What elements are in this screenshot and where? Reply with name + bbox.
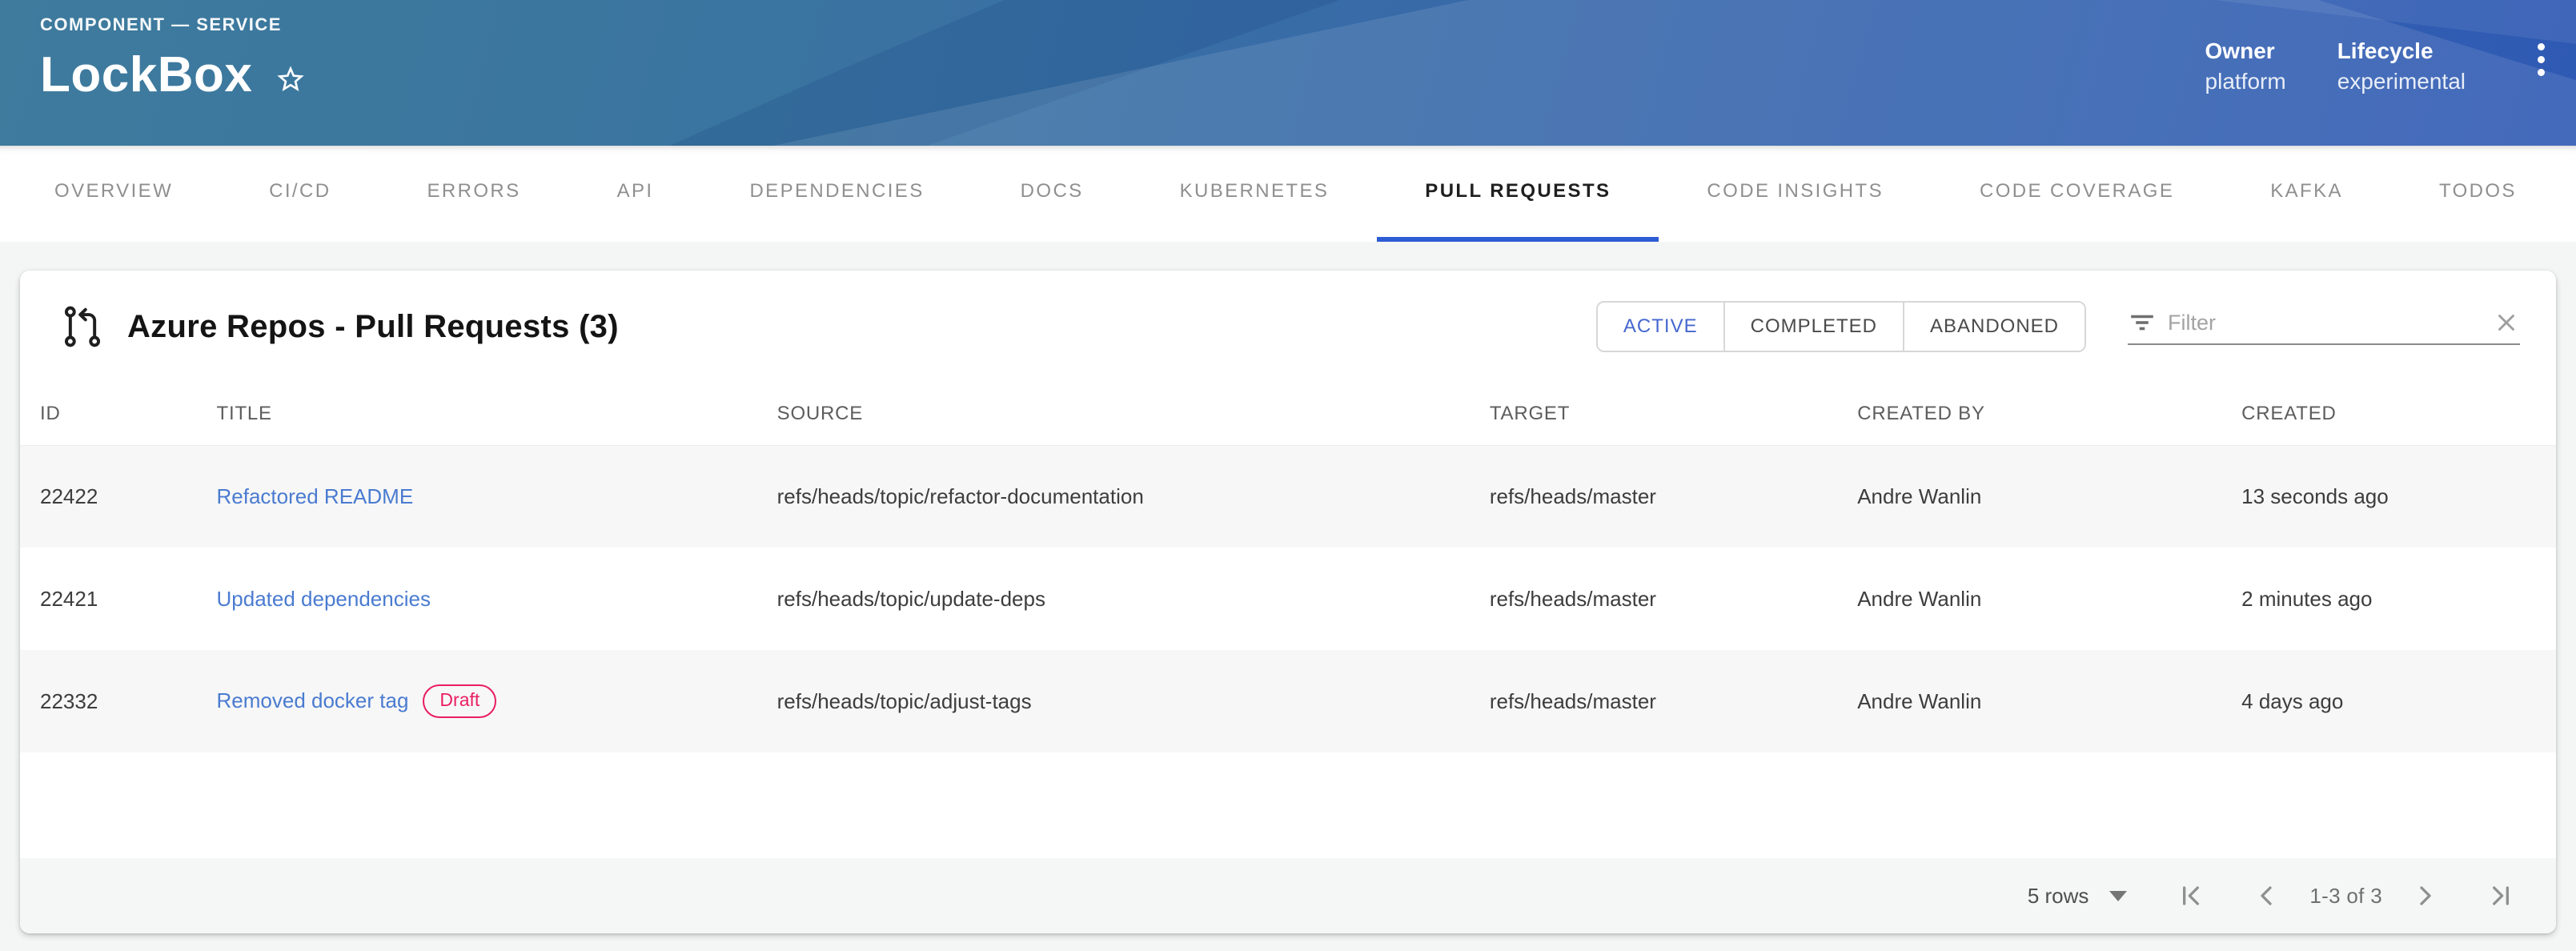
lifecycle-meta: Lifecycle experimental <box>2337 38 2466 94</box>
column-header-source: SOURCE <box>777 383 1490 445</box>
page-content: Azure Repos - Pull Requests (3) ACTIVE C… <box>0 242 2576 933</box>
tab-ci-cd[interactable]: CI/CD <box>221 146 379 242</box>
table-empty-space <box>20 752 2556 858</box>
pull-requests-card: Azure Repos - Pull Requests (3) ACTIVE C… <box>20 271 2556 933</box>
table-row: 22332 Removed docker tag Draft refs/heads… <box>20 650 2556 752</box>
pr-target-branch: refs/heads/master <box>1490 548 1857 650</box>
page-title: LockBox <box>40 46 252 103</box>
pr-id: 22421 <box>20 548 217 650</box>
pull-request-icon <box>60 303 105 351</box>
header-decor-shape-light <box>0 0 2576 146</box>
lifecycle-label: Lifecycle <box>2337 38 2466 64</box>
lifecycle-value: experimental <box>2337 69 2466 94</box>
pr-source-branch: refs/heads/topic/refactor-documentation <box>777 445 1490 548</box>
pr-created-time: 2 minutes ago <box>2241 548 2556 650</box>
favorite-star-icon[interactable] <box>275 63 307 95</box>
entity-header: COMPONENT — SERVICE LockBox Owner platfo… <box>0 0 2576 146</box>
previous-page-button[interactable] <box>2247 877 2285 915</box>
toggle-active-button[interactable]: ACTIVE <box>1598 303 1723 351</box>
tab-overview[interactable]: OVERVIEW <box>6 146 221 242</box>
pr-created-by: Andre Wanlin <box>1857 445 2241 548</box>
rows-per-page-select[interactable]: 5 rows <box>2028 884 2128 909</box>
filter-field <box>2128 308 2520 345</box>
toggle-completed-button[interactable]: COMPLETED <box>1723 303 1903 351</box>
pr-created-time: 4 days ago <box>2241 650 2556 752</box>
pr-id: 22332 <box>20 650 217 752</box>
breadcrumb: COMPONENT — SERVICE <box>40 14 307 35</box>
card-title: Azure Repos - Pull Requests (3) <box>127 309 619 345</box>
tab-errors[interactable]: ERRORS <box>379 146 568 242</box>
column-header-id: ID <box>20 383 217 445</box>
filter-list-icon <box>2128 308 2157 337</box>
pr-id: 22422 <box>20 445 217 548</box>
last-page-button[interactable] <box>2482 877 2520 915</box>
tab-code-insights[interactable]: CODE INSIGHTS <box>1659 146 1932 242</box>
column-header-created-by: CREATED BY <box>1857 383 2241 445</box>
tab-kubernetes[interactable]: KUBERNETES <box>1132 146 1378 242</box>
draft-badge: Draft <box>423 684 496 718</box>
rows-per-page-value: 5 rows <box>2028 884 2089 909</box>
pull-requests-table: ID TITLE SOURCE TARGET CREATED BY CREATE… <box>20 383 2556 752</box>
clear-filter-icon[interactable] <box>2493 309 2520 336</box>
tab-todos[interactable]: TODOS <box>2391 146 2565 242</box>
owner-label: Owner <box>2205 38 2286 64</box>
pr-status-toggle-group: ACTIVE COMPLETED ABANDONED <box>1596 301 2086 352</box>
pr-title-link[interactable]: Updated dependencies <box>217 587 431 611</box>
next-page-button[interactable] <box>2406 877 2445 915</box>
table-row: 22422 Refactored README refs/heads/topic… <box>20 445 2556 548</box>
more-options-kebab-icon[interactable] <box>2517 38 2565 94</box>
pr-created-by: Andre Wanlin <box>1857 650 2241 752</box>
pagination-range: 1-3 of 3 <box>2309 884 2382 909</box>
owner-meta: Owner platform <box>2205 38 2286 94</box>
tab-dependencies[interactable]: DEPENDENCIES <box>701 146 972 242</box>
column-header-target: TARGET <box>1490 383 1857 445</box>
tab-kafka[interactable]: KAFKA <box>2222 146 2391 242</box>
pr-source-branch: refs/heads/topic/update-deps <box>777 548 1490 650</box>
first-page-button[interactable] <box>2172 877 2210 915</box>
filter-input[interactable] <box>2168 311 2482 335</box>
table-row: 22421 Updated dependencies refs/heads/to… <box>20 548 2556 650</box>
tab-pull-requests[interactable]: PULL REQUESTS <box>1377 146 1659 242</box>
table-pagination-footer: 5 rows 1-3 of 3 <box>20 858 2556 933</box>
pr-title-link[interactable]: Refactored README <box>217 484 414 508</box>
entity-tab-bar: OVERVIEW CI/CD ERRORS API DEPENDENCIES D… <box>0 146 2576 242</box>
pr-created-time: 13 seconds ago <box>2241 445 2556 548</box>
pr-created-by: Andre Wanlin <box>1857 548 2241 650</box>
pr-target-branch: refs/heads/master <box>1490 650 1857 752</box>
tab-docs[interactable]: DOCS <box>973 146 1132 242</box>
dropdown-caret-icon <box>2109 891 2127 901</box>
owner-value: platform <box>2205 69 2286 94</box>
pr-target-branch: refs/heads/master <box>1490 445 1857 548</box>
tab-code-coverage[interactable]: CODE COVERAGE <box>1932 146 2222 242</box>
column-header-title: TITLE <box>217 383 777 445</box>
pr-source-branch: refs/heads/topic/adjust-tags <box>777 650 1490 752</box>
toggle-abandoned-button[interactable]: ABANDONED <box>1903 303 2084 351</box>
table-header-row: ID TITLE SOURCE TARGET CREATED BY CREATE… <box>20 383 2556 445</box>
tab-api[interactable]: API <box>569 146 702 242</box>
column-header-created: CREATED <box>2241 383 2556 445</box>
pr-title-link[interactable]: Removed docker tag <box>217 688 409 712</box>
